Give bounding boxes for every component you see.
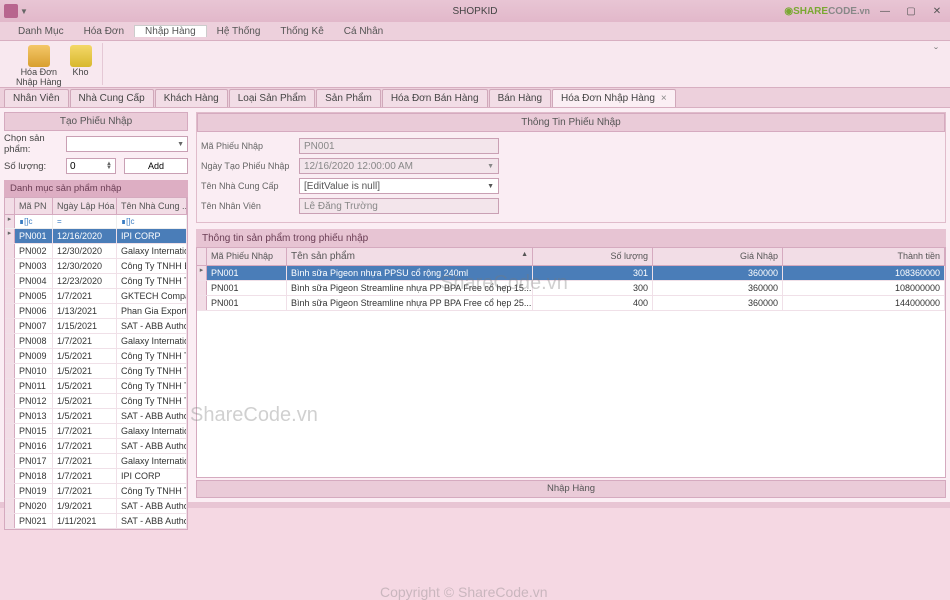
qty-input[interactable]: 0▲▼ bbox=[66, 158, 116, 174]
document-tabs: Nhân Viên Nhà Cung Cấp Khách Hàng Loại S… bbox=[0, 88, 950, 108]
col-ngay[interactable]: Ngày Lập Hóa ... bbox=[53, 198, 117, 214]
input-ncc[interactable]: [EditValue is null]▼ bbox=[299, 178, 499, 194]
table-row[interactable]: PN0051/7/2021GKTECH Company bbox=[5, 289, 187, 304]
table-row[interactable]: PN0121/5/2021Công Ty TNHH T... bbox=[5, 394, 187, 409]
label-ncc: Tên Nhà Cung Cấp bbox=[201, 181, 299, 191]
ribbon-kho[interactable]: Kho bbox=[66, 45, 96, 88]
ribbon-collapse[interactable]: ˇ bbox=[928, 43, 944, 85]
menu-thongke[interactable]: Thống Kê bbox=[270, 26, 333, 37]
label-ma: Mã Phiếu Nhập bbox=[201, 141, 299, 151]
tab-khachhang[interactable]: Khách Hàng bbox=[155, 89, 228, 107]
col-mapn[interactable]: Mã PN bbox=[15, 198, 53, 214]
tab-hoadonbanhang[interactable]: Hóa Đơn Bán Hàng bbox=[382, 89, 488, 107]
dcol-gia[interactable]: Giá Nhập bbox=[653, 248, 783, 265]
input-ma: PN001 bbox=[299, 138, 499, 154]
table-row[interactable]: PN00212/30/2020Galaxy Internatio... bbox=[5, 244, 187, 259]
table-row[interactable]: PN0131/5/2021SAT - ABB Autho... bbox=[5, 409, 187, 424]
table-row[interactable]: PN0081/7/2021Galaxy Internatio... bbox=[5, 334, 187, 349]
table-row[interactable]: ▸PN00112/16/2020IPI CORP bbox=[5, 229, 187, 244]
qat-dropdown[interactable]: ▼ bbox=[20, 7, 28, 16]
tab-loaisanpham[interactable]: Loại Sản Phẩm bbox=[229, 89, 315, 107]
table-row[interactable]: PN0201/9/2021SAT - ABB Autho... bbox=[5, 499, 187, 514]
right-panel: Thông Tin Phiếu Nhập Mã Phiếu Nhập PN001… bbox=[192, 108, 950, 502]
nhaphang-button[interactable]: Nhập Hàng bbox=[196, 480, 946, 498]
table-row[interactable]: PN0151/7/2021Galaxy Internatio... bbox=[5, 424, 187, 439]
qty-label: Số lượng: bbox=[4, 161, 66, 172]
detail-form: Thông Tin Phiếu Nhập Mã Phiếu Nhập PN001… bbox=[196, 112, 946, 223]
menu-nhaphang[interactable]: Nhập Hàng bbox=[134, 25, 207, 37]
receipt-list-header: Danh mục sản phẩm nhập bbox=[4, 180, 188, 197]
table-row[interactable]: PN0071/15/2021SAT - ABB Autho... bbox=[5, 319, 187, 334]
product-select[interactable]: ▼ bbox=[66, 136, 188, 152]
window-title: SHOPKID bbox=[452, 6, 497, 17]
tab-banhang[interactable]: Bán Hàng bbox=[489, 89, 551, 107]
close-button[interactable]: ✕ bbox=[924, 2, 950, 20]
tab-nhacungcap[interactable]: Nhà Cung Cấp bbox=[70, 89, 154, 107]
app-icon bbox=[4, 4, 18, 18]
table-row[interactable]: PN00312/30/2020Công Ty TNHH B... bbox=[5, 259, 187, 274]
product-label: Chọn sản phẩm: bbox=[4, 133, 66, 155]
box-icon bbox=[28, 45, 50, 67]
table-row[interactable]: PN001Bình sữa Pigeon Streamline nhựa PP … bbox=[197, 296, 945, 311]
detail-grid[interactable]: Mã Phiếu Nhập Tên sản phẩm ▲ Số lượng Gi… bbox=[196, 247, 946, 478]
table-row[interactable]: PN0061/13/2021Phan Gia Export ... bbox=[5, 304, 187, 319]
close-icon[interactable]: × bbox=[661, 93, 667, 104]
table-row[interactable]: PN0181/7/2021IPI CORP bbox=[5, 469, 187, 484]
scale-icon bbox=[70, 45, 92, 67]
tab-nhanvien[interactable]: Nhân Viên bbox=[4, 89, 69, 107]
table-row[interactable]: PN0091/5/2021Công Ty TNHH T... bbox=[5, 349, 187, 364]
titlebar: ▼ SHOPKID ◉SHARECODE.vn — ▢ ✕ bbox=[0, 0, 950, 22]
menubar: Danh Mục Hóa Đơn Nhập Hàng Hệ Thống Thốn… bbox=[0, 22, 950, 41]
menu-hethong[interactable]: Hệ Thống bbox=[207, 26, 271, 37]
ribbon-hoadon-nhaphang[interactable]: Hóa ĐơnNhập Hàng bbox=[12, 45, 66, 88]
tab-hoadonnhaphang[interactable]: Hóa Đơn Nhập Hàng× bbox=[552, 89, 676, 107]
table-row[interactable]: PN0101/5/2021Công Ty TNHH T... bbox=[5, 364, 187, 379]
create-receipt-header: Tạo Phiếu Nhập bbox=[4, 112, 188, 131]
input-nv: Lê Đăng Trường bbox=[299, 198, 499, 214]
detail-header: Thông Tin Phiếu Nhập bbox=[197, 113, 945, 132]
table-row[interactable]: PN00412/23/2020Công Ty TNHH T... bbox=[5, 274, 187, 289]
dcol-ten[interactable]: Tên sản phẩm ▲ bbox=[287, 248, 533, 265]
heart-decor-icon bbox=[880, 232, 940, 244]
main-content: Tạo Phiếu Nhập Chọn sản phẩm: ▼ Số lượng… bbox=[0, 108, 950, 502]
dcol-ma[interactable]: Mã Phiếu Nhập bbox=[207, 248, 287, 265]
label-ngay: Ngày Tạo Phiếu Nhập bbox=[201, 161, 299, 171]
left-panel: Tạo Phiếu Nhập Chọn sản phẩm: ▼ Số lượng… bbox=[0, 108, 192, 502]
table-row[interactable]: ▸PN001Bình sữa Pigeon nhựa PPSU cổ rộng … bbox=[197, 266, 945, 281]
menu-hoadon[interactable]: Hóa Đơn bbox=[74, 26, 134, 37]
sharecode-logo: ◉SHARECODE.vn bbox=[784, 2, 870, 17]
minimize-button[interactable]: — bbox=[872, 2, 898, 20]
table-row[interactable]: PN0171/7/2021Galaxy Internatio... bbox=[5, 454, 187, 469]
add-button[interactable]: Add bbox=[124, 158, 188, 174]
filter-row[interactable]: ▸ ∎[]c = ∎[]c bbox=[5, 215, 187, 229]
tab-sanpham[interactable]: Sản Phẩm bbox=[316, 89, 381, 107]
table-row[interactable]: PN001Bình sữa Pigeon Streamline nhựa PP … bbox=[197, 281, 945, 296]
menu-canhan[interactable]: Cá Nhân bbox=[334, 26, 393, 37]
table-row[interactable]: PN0161/7/2021SAT - ABB Autho... bbox=[5, 439, 187, 454]
menu-danhmuc[interactable]: Danh Mục bbox=[8, 26, 74, 37]
receipt-grid[interactable]: Mã PN Ngày Lập Hóa ... Tên Nhà Cung ... … bbox=[4, 197, 188, 530]
dcol-sl[interactable]: Số lượng bbox=[533, 248, 653, 265]
table-row[interactable]: PN0211/11/2021SAT - ABB Autho... bbox=[5, 514, 187, 529]
watermark: Copyright © ShareCode.vn bbox=[380, 584, 548, 600]
table-row[interactable]: PN0111/5/2021Công Ty TNHH T... bbox=[5, 379, 187, 394]
dcol-tt[interactable]: Thành tiền bbox=[783, 248, 945, 265]
table-row[interactable]: PN0191/7/2021Công Ty TNHH T... bbox=[5, 484, 187, 499]
maximize-button[interactable]: ▢ bbox=[898, 2, 924, 20]
detail-grid-header: Thông tin sản phẩm trong phiếu nhập bbox=[196, 229, 946, 247]
col-ncc[interactable]: Tên Nhà Cung ... bbox=[117, 198, 187, 214]
input-ngay[interactable]: 12/16/2020 12:00:00 AM▼ bbox=[299, 158, 499, 174]
ribbon: Hóa ĐơnNhập Hàng Kho ˇ bbox=[0, 41, 950, 88]
label-nv: Tên Nhân Viên bbox=[201, 201, 299, 211]
